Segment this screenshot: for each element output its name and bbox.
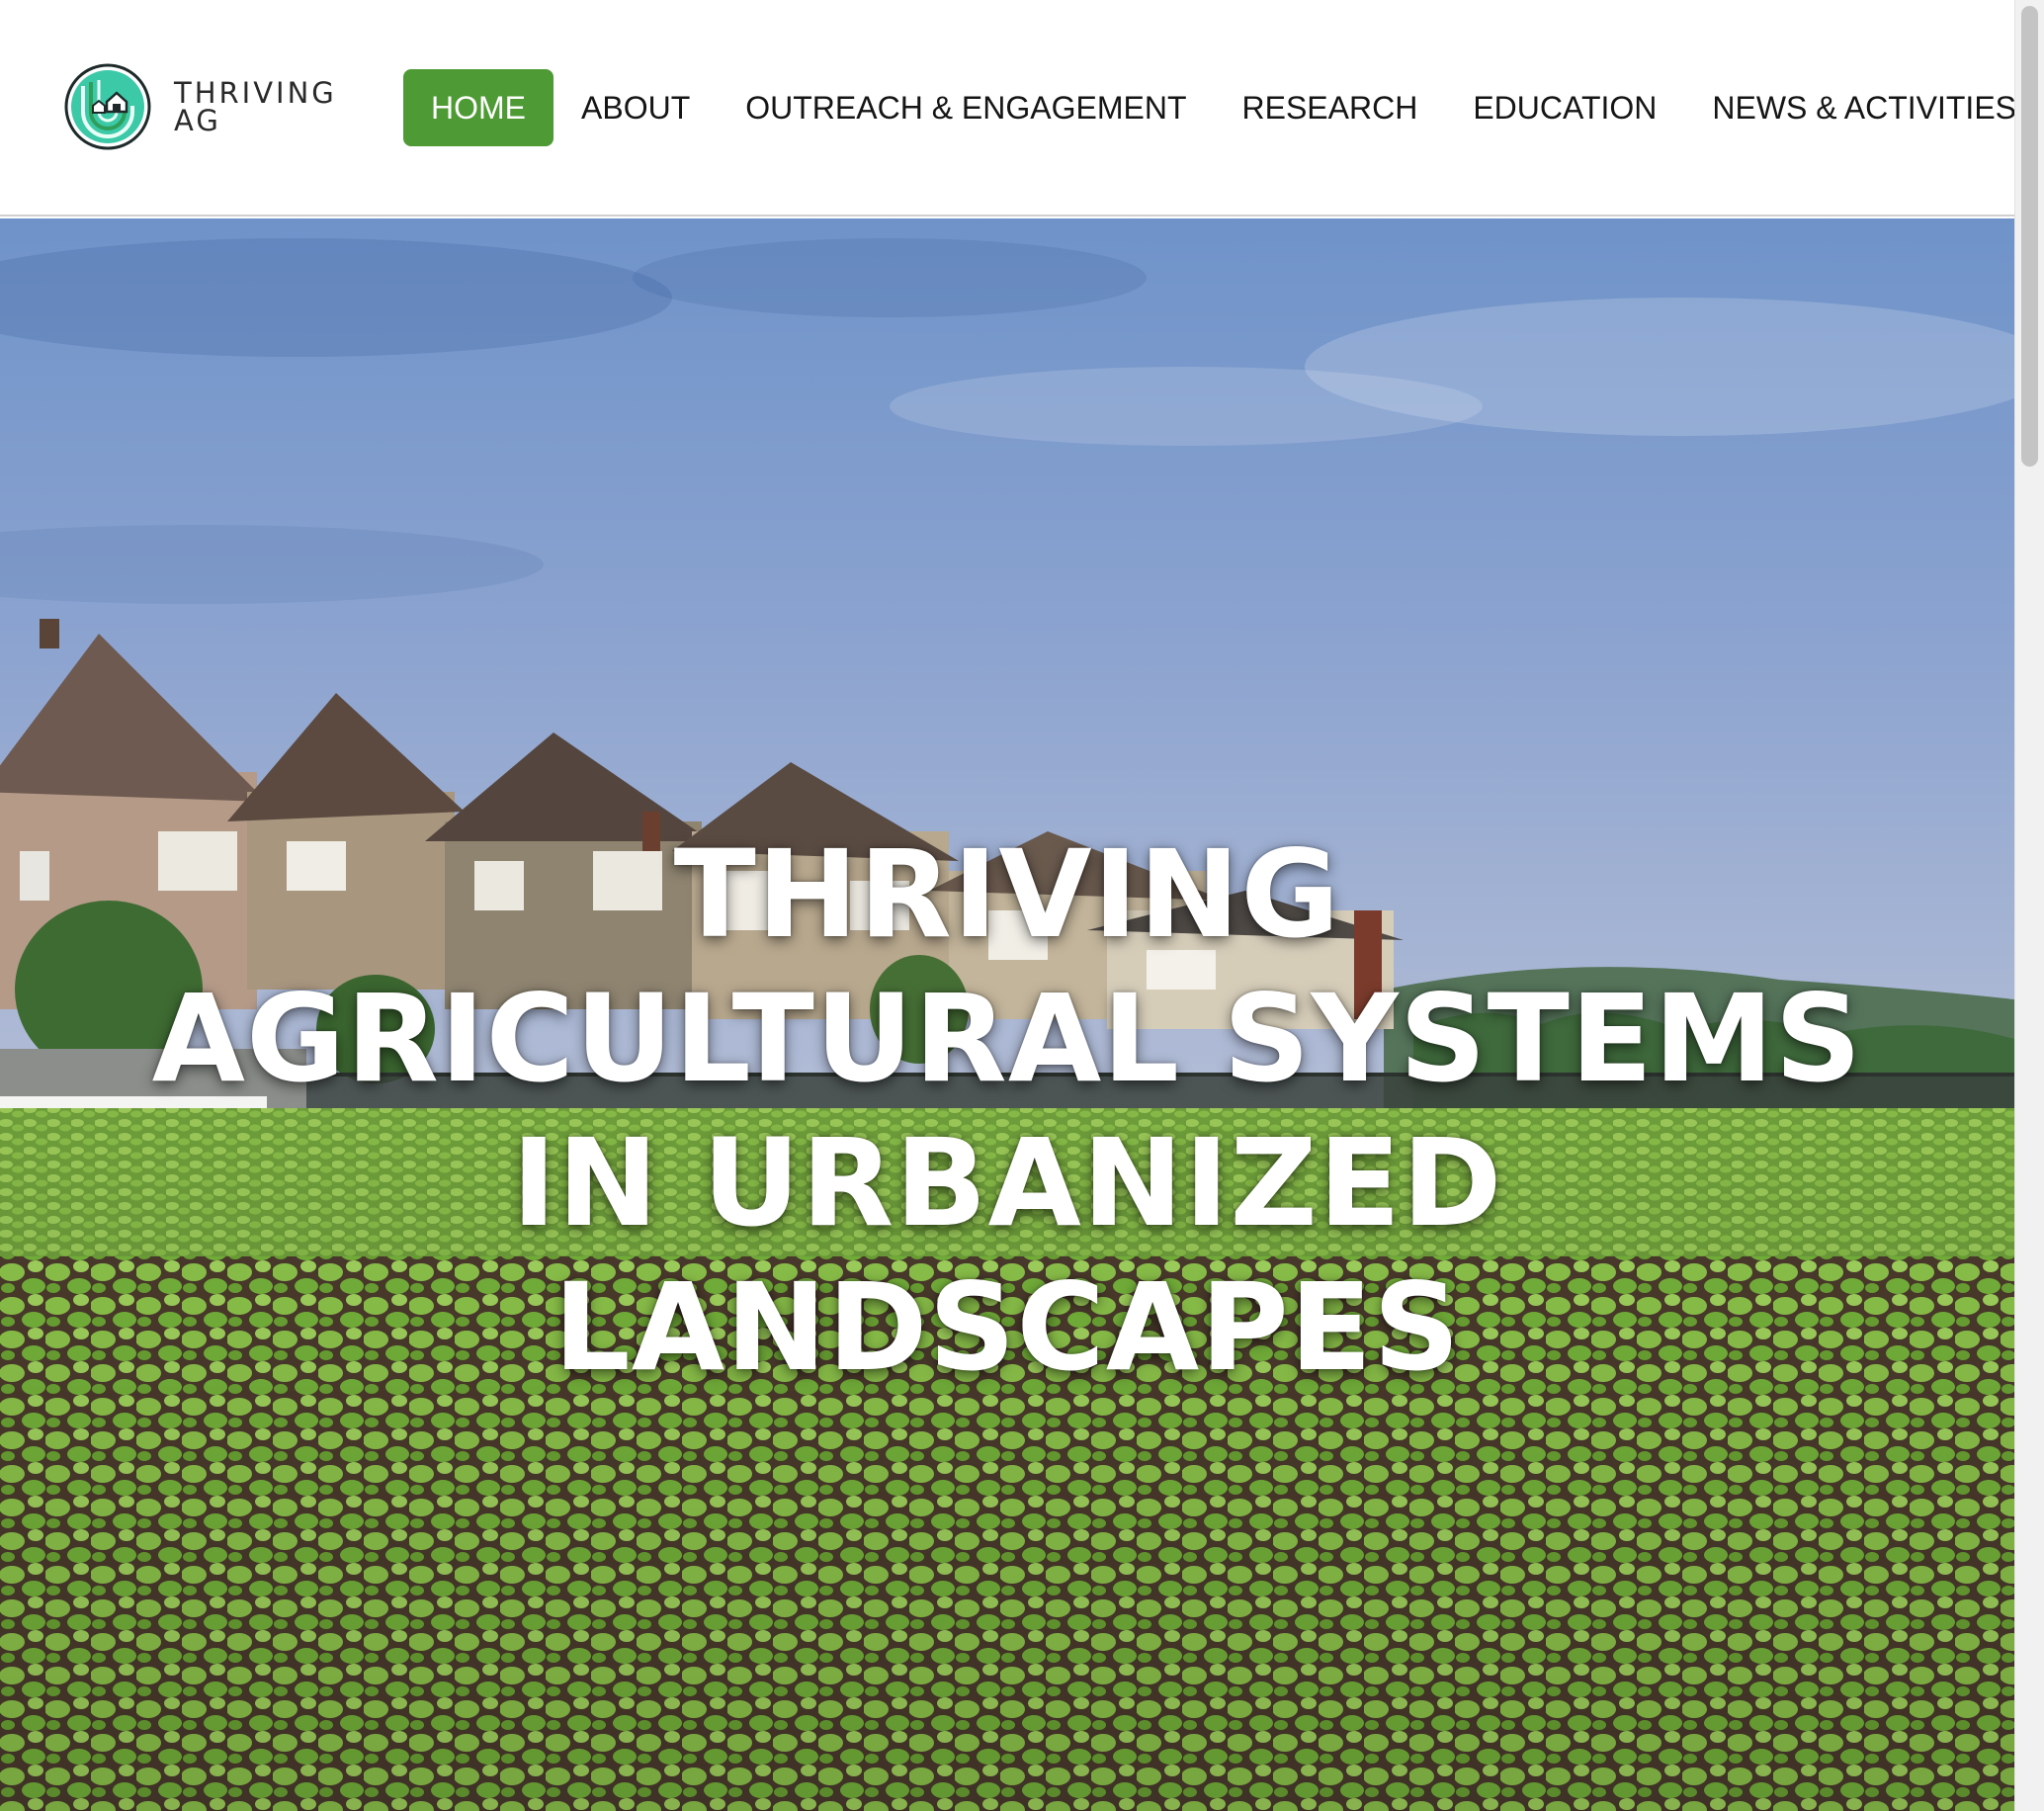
nav-item-about[interactable]: ABOUT xyxy=(554,69,718,146)
page: THRIVING AG HOME ABOUT OUTREACH & ENGAGE… xyxy=(0,0,2044,1811)
logo-wordmark: THRIVING AG xyxy=(174,76,337,137)
nav-item-home[interactable]: HOME xyxy=(403,69,554,146)
hero-banner: THRIVING AGRICULTURAL SYSTEMS IN URBANIZ… xyxy=(0,218,2014,1811)
site-logo[interactable]: THRIVING AG xyxy=(63,61,334,152)
nav-item-news-activities[interactable]: NEWS & ACTIVITIES xyxy=(1684,69,2044,146)
main-nav: HOME ABOUT OUTREACH & ENGAGEMENT RESEARC… xyxy=(403,69,2044,146)
scrollbar-thumb[interactable] xyxy=(2021,6,2038,467)
logo-line-2: AG xyxy=(174,104,221,137)
nav-item-education[interactable]: EDUCATION xyxy=(1445,69,1684,146)
nav-item-outreach-engagement[interactable]: OUTREACH & ENGAGEMENT xyxy=(718,69,1214,146)
hero-title: THRIVING AGRICULTURAL SYSTEMS IN URBANIZ… xyxy=(151,824,1863,1398)
logo-line-1: THRIVING xyxy=(174,76,337,110)
nav-item-research[interactable]: RESEARCH xyxy=(1215,69,1446,146)
site-header: THRIVING AG HOME ABOUT OUTREACH & ENGAGE… xyxy=(0,0,2016,216)
thriving-ag-logo-icon xyxy=(64,63,151,150)
page-scrollbar[interactable] xyxy=(2014,0,2044,1811)
